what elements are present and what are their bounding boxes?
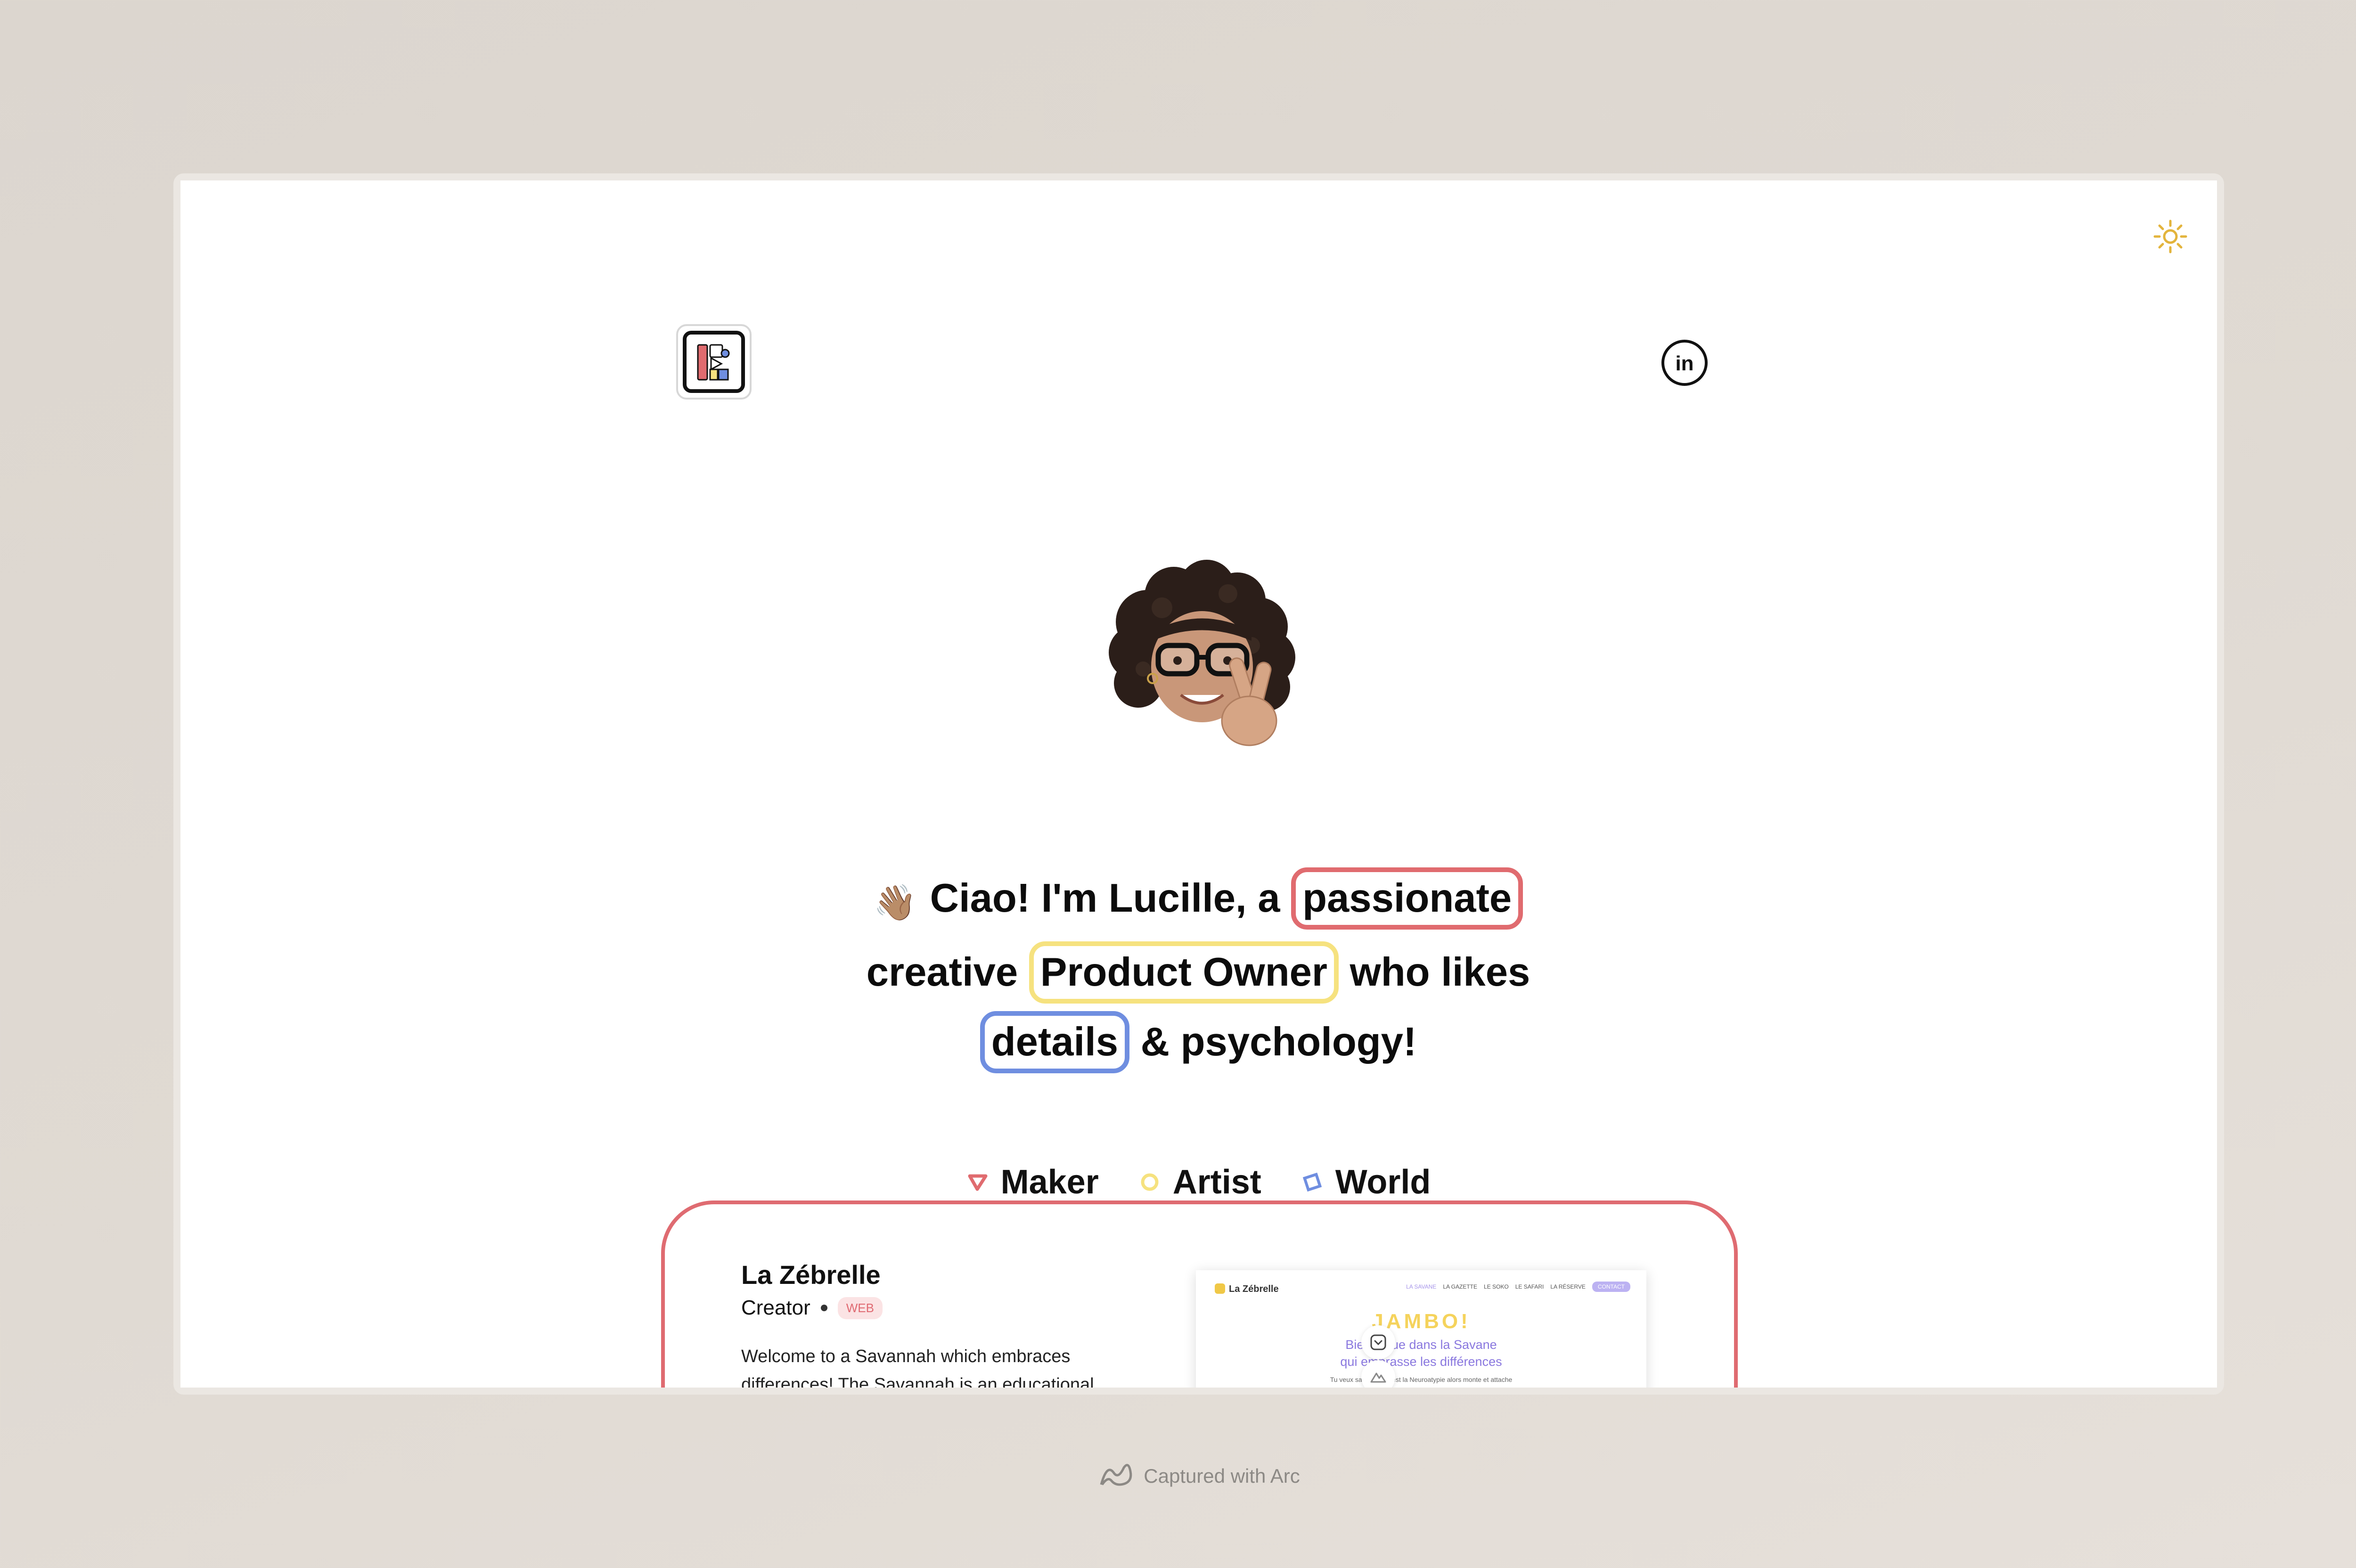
project-role: Creator xyxy=(741,1296,810,1319)
arc-icon xyxy=(1100,1464,1132,1486)
preview-brand: La Zébrelle xyxy=(1215,1283,1279,1295)
project-badge: WEB xyxy=(837,1297,883,1319)
logo-icon xyxy=(683,331,745,393)
highlight-product-owner: Product Owner xyxy=(1029,941,1339,1004)
headline-text-2: creative xyxy=(866,950,1018,995)
project-description: Welcome to a Savannah which embraces dif… xyxy=(741,1347,1094,1388)
waving-hand-icon: 👋🏽 xyxy=(873,883,917,922)
preview-nav-item: LA GAZETTE xyxy=(1443,1283,1478,1290)
preview-small-text: Tu veux savoir ce qu'est la Neuroatypie … xyxy=(1330,1376,1513,1383)
memoji-avatar xyxy=(1109,560,1295,746)
zebra-logo-icon xyxy=(1215,1283,1225,1294)
project-title: La Zébrelle xyxy=(741,1260,881,1290)
chevron-down-icon[interactable] xyxy=(1361,1325,1395,1359)
tab-artist[interactable]: Artist xyxy=(1139,1163,1261,1201)
headline-text-3: who likes xyxy=(1350,950,1530,995)
preview-nav-contact: CONTACT xyxy=(1592,1282,1630,1292)
preview-subtitle-line: qui embrasse les différences xyxy=(1340,1355,1502,1369)
triangle-icon xyxy=(968,1174,988,1191)
highlight-passionate: passionate xyxy=(1291,867,1523,930)
tab-artist-label: Artist xyxy=(1172,1163,1261,1201)
headline-text-4: & psychology! xyxy=(1140,1020,1417,1064)
preview-subtitle-line: Bienvenue dans la Savane xyxy=(1345,1338,1497,1352)
preview-nav: LA SAVANE LA GAZETTE LE SOKO LE SAFARI L… xyxy=(1406,1282,1630,1292)
tab-world-label: World xyxy=(1335,1163,1431,1201)
preview-heading: JAMBO! xyxy=(1372,1310,1471,1333)
headline-text-1: Ciao! I'm Lucille, a xyxy=(930,876,1280,921)
preview-nav-item: LE SOKO xyxy=(1484,1283,1509,1290)
tab-maker-label: Maker xyxy=(1000,1163,1099,1201)
svg-text:in: in xyxy=(1675,352,1693,375)
preview-subtitle: Bienvenue dans la Savane qui embrasse le… xyxy=(1196,1336,1646,1370)
preview-nav-item: LE SAFARI xyxy=(1515,1283,1544,1290)
highlight-details: details xyxy=(980,1011,1130,1073)
tab-world[interactable]: World xyxy=(1301,1163,1431,1201)
tab-maker[interactable]: Maker xyxy=(967,1163,1099,1201)
project-preview[interactable]: La Zébrelle LA SAVANE LA GAZETTE LE SOKO… xyxy=(1196,1270,1646,1388)
logo-button[interactable] xyxy=(676,324,752,400)
project-meta: Creator WEB xyxy=(741,1296,883,1320)
hero-headline: 👋🏽 Ciao! I'm Lucille, a passionate creat… xyxy=(751,864,1646,1077)
preview-nav-item: LA SAVANE xyxy=(1406,1283,1437,1290)
preview-nav-item: LA RÉSERVE xyxy=(1550,1283,1586,1290)
category-tabs: Maker Artist World xyxy=(180,1163,2217,1201)
sun-icon[interactable] xyxy=(2149,215,2192,258)
linkedin-icon[interactable]: in xyxy=(1660,338,1709,387)
circle-icon xyxy=(1141,1173,1159,1191)
separator-dot xyxy=(820,1305,827,1311)
capture-footer: Captured with Arc xyxy=(0,1462,2356,1490)
browser-window: in 👋🏽 Ciao! I'm Lucille, a passionate cr… xyxy=(180,180,2217,1388)
square-icon xyxy=(1302,1172,1322,1192)
footer-text: Captured with Arc xyxy=(1144,1465,1300,1487)
